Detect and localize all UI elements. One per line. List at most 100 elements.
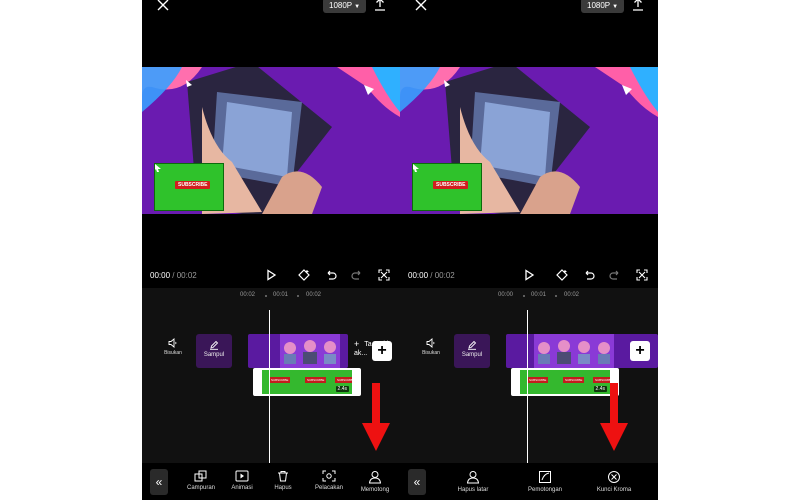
ruler-dot xyxy=(523,295,525,297)
tracking-icon xyxy=(322,470,336,482)
tool-label: Pelacakan xyxy=(314,485,344,491)
mute-label: Bisukan xyxy=(164,350,182,356)
current-time: 00:00 xyxy=(408,271,429,280)
redo-icon[interactable] xyxy=(351,269,363,281)
clip-thumbnail-label: SUBSCRIBE xyxy=(527,377,549,383)
bottom-toolbar: « Hapus latar Pemotongan Kunci Kroma xyxy=(400,463,658,500)
clip-thumbnail xyxy=(320,334,340,368)
total-time: / 00:02 xyxy=(430,271,455,280)
top-bar: 1080P ▼ xyxy=(142,0,400,20)
trim-handle-left[interactable] xyxy=(255,370,262,394)
keyframe-icon[interactable] xyxy=(298,269,310,281)
resolution-label: 1080P xyxy=(329,1,353,10)
tool-hapus-latar[interactable]: Hapus latar xyxy=(448,470,498,493)
play-icon[interactable] xyxy=(265,269,277,281)
red-arrow-annotation xyxy=(362,383,390,451)
timeline[interactable]: 00:02 00:01 00:02 Bisukan Sampul + Ta... … xyxy=(142,288,400,463)
current-time: 00:00 xyxy=(150,271,171,280)
mute-button[interactable]: Bisukan xyxy=(416,338,446,356)
tool-label: Hapus latar xyxy=(457,487,489,493)
tool-memotong[interactable]: Memotong xyxy=(350,470,400,493)
add-clip-button[interactable]: + xyxy=(630,341,650,361)
mute-button[interactable]: Bisukan xyxy=(158,338,188,356)
cover-label: Sampul xyxy=(461,352,483,358)
undo-icon[interactable] xyxy=(583,269,595,281)
tool-kunci-kroma[interactable]: Kunci Kroma xyxy=(589,470,639,493)
clip-thumbnail xyxy=(574,334,594,368)
clip-duration: 2.4s xyxy=(335,386,349,392)
export-icon[interactable] xyxy=(632,0,644,11)
back-button[interactable]: « xyxy=(408,469,426,495)
green-screen-overlay: SUBSCRIBE xyxy=(412,163,482,211)
main-video-clip[interactable] xyxy=(248,334,348,368)
pencil-icon xyxy=(468,340,477,350)
redo-icon[interactable] xyxy=(609,269,621,281)
video-preview[interactable]: SUBSCRIBE xyxy=(400,67,658,214)
ruler-label: 00:00 xyxy=(498,292,514,298)
tool-pemotongan[interactable]: Pemotongan xyxy=(520,470,570,493)
tool-label: Animasi xyxy=(231,485,253,491)
total-time: / 00:02 xyxy=(172,271,197,280)
cutout-person-icon xyxy=(368,471,382,484)
tool-label: Memotong xyxy=(360,487,390,493)
cursor-icon xyxy=(413,164,419,172)
add-clip-button[interactable]: + xyxy=(372,341,392,361)
clip-thumbnail xyxy=(534,334,554,368)
speaker-icon xyxy=(426,338,435,348)
clip-thumbnail xyxy=(280,334,300,368)
double-chevron-left-icon: « xyxy=(413,475,421,489)
clip-thumbnail-label: SUBSCRIBE xyxy=(305,377,327,383)
timecode: 00:00 / 00:02 xyxy=(408,271,455,280)
close-icon[interactable] xyxy=(414,0,428,12)
trim-handle-right[interactable] xyxy=(352,370,359,394)
resolution-dropdown[interactable]: 1080P ▼ xyxy=(323,0,367,13)
animation-icon xyxy=(235,470,249,482)
playhead[interactable] xyxy=(527,310,528,463)
chevron-down-icon: ▼ xyxy=(612,4,619,10)
speaker-icon xyxy=(168,338,177,348)
subscribe-button: SUBSCRIBE xyxy=(433,181,469,189)
cursor-icon xyxy=(155,164,161,172)
fullscreen-icon[interactable] xyxy=(378,269,390,281)
undo-icon[interactable] xyxy=(325,269,337,281)
resolution-label: 1080P xyxy=(587,1,611,10)
tool-label: Pemotongan xyxy=(527,487,563,493)
trash-icon xyxy=(278,471,288,482)
cover-button[interactable]: Sampul xyxy=(196,334,232,368)
cover-button[interactable]: Sampul xyxy=(454,334,490,368)
bottom-toolbar: « Campuran Animasi Hapus Pelacakan Memot… xyxy=(142,463,400,500)
play-icon[interactable] xyxy=(523,269,535,281)
plus-icon: + xyxy=(635,342,645,359)
clip-thumbnail xyxy=(300,334,320,368)
editor-screen-1: 1080P ▼ SUBSCRIBE 00:00 / 00:02 00:02 00: xyxy=(142,0,400,500)
video-preview[interactable]: SUBSCRIBE xyxy=(142,67,400,214)
cover-label: Sampul xyxy=(203,352,225,358)
ruler-dot xyxy=(297,295,299,297)
playhead[interactable] xyxy=(269,310,270,463)
export-icon[interactable] xyxy=(374,0,386,11)
top-bar: 1080P ▼ xyxy=(400,0,658,20)
ruler-label: 00:01 xyxy=(273,292,289,298)
cutout-icon xyxy=(539,471,551,483)
blend-icon xyxy=(194,470,207,482)
clip-thumbnail-label: SUBSCRIBE xyxy=(269,377,291,383)
trim-handle-left[interactable] xyxy=(513,370,520,394)
double-chevron-left-icon: « xyxy=(155,475,163,489)
ruler-dot xyxy=(555,295,557,297)
close-icon[interactable] xyxy=(156,0,170,12)
tool-label: Kunci Kroma xyxy=(596,487,632,493)
tool-hapus[interactable]: Hapus xyxy=(258,470,308,491)
ruler-label: 00:02 xyxy=(306,292,322,298)
red-arrow-annotation xyxy=(600,383,628,451)
mute-label: Bisukan xyxy=(422,350,440,356)
tool-pelacakan[interactable]: Pelacakan xyxy=(304,470,354,491)
plus-icon: + xyxy=(377,342,387,359)
timeline[interactable]: 00:00 00:01 00:02 Bisukan Sampul + SUBSC… xyxy=(400,288,658,463)
back-button[interactable]: « xyxy=(150,469,168,495)
keyframe-icon[interactable] xyxy=(556,269,568,281)
fullscreen-icon[interactable] xyxy=(636,269,648,281)
ruler-label: 00:02 xyxy=(240,292,256,298)
resolution-dropdown[interactable]: 1080P ▼ xyxy=(581,0,625,13)
timecode: 00:00 / 00:02 xyxy=(150,271,197,280)
remove-background-icon xyxy=(466,471,480,484)
